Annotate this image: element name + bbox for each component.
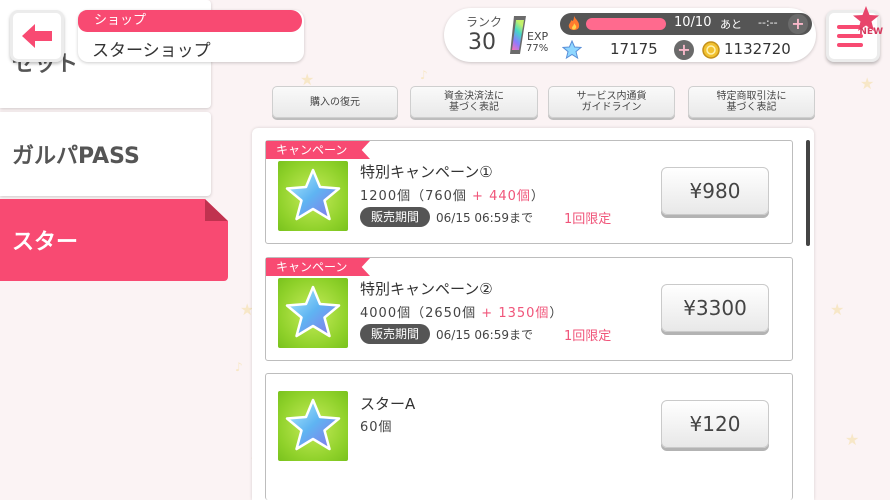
product-name: 特別キャンペーン② [360,280,493,298]
buy-button[interactable]: ¥3300 [661,284,769,332]
qty-base: 1200個（760個 [360,189,467,204]
product-item: キャンペーン 特別キャンペーン② 4000個（2650個 + 1350個） 販売… [265,257,793,361]
exp-percent: 77% [526,43,549,54]
commercial-transactions-notice-button[interactable]: 特定商取引法に 基づく表記 [688,86,815,118]
star-pack-thumbnail [278,391,348,461]
sidebar-item-garupa-pass[interactable]: ガルパPASS [0,112,211,196]
product-item: キャンペーン 特別キャンペーン① 1200個（760個 + 440個） 販売期間… [265,140,793,244]
stamina-after-label: あと [720,18,742,31]
stamina-timer: --:-- [758,16,778,29]
currency-guideline-button[interactable]: サービス内通貨 ガイドライン [548,86,675,118]
page-title: スターショップ [92,41,211,61]
purchase-limit: 1回限定 [564,329,612,344]
left-arrow-icon [22,24,52,48]
list-scrollbar[interactable] [806,140,810,246]
link-label-line2: 基づく表記 [726,102,777,113]
qty-bonus: + 1350個 [476,306,550,321]
qty-bonus: + 440個 [466,189,531,204]
player-status: ランク 30 EXP 77% 10/10 あと --:-- + 17175 + [444,8,816,62]
product-name: スターA [360,395,416,413]
coin-icon [702,41,720,59]
product-quantity: 1200個（760個 + 440個） [360,185,545,204]
star-pack-thumbnail [278,161,348,231]
product-name: 特別キャンペーン① [360,163,493,181]
sidebar-item-label: スター [12,230,79,255]
section-tag: ショップ [78,10,302,32]
page-title-box: ショップ スターショップ [78,10,304,62]
stamina-value: 10/10 [674,15,712,30]
new-badge: NEW [859,27,883,37]
rank-value: 30 [468,30,496,55]
star-gem-icon [285,285,341,338]
sidebar-item-label: ガルパPASS [12,144,140,169]
sidebar-item-star[interactable]: スター [0,199,228,281]
coin-amount: 1132720 [724,40,791,58]
buy-button[interactable]: ¥120 [661,400,769,448]
star-gem-icon [285,168,341,221]
qty-suffix: ） [549,306,564,321]
link-label-line2: ガイドライン [581,102,642,113]
link-label-line1: 特定商取引法に [716,91,787,102]
product-quantity: 4000個（2650個 + 1350個） [360,302,563,321]
sale-period-date: 06/15 06:59まで [436,328,533,342]
link-label-line1: サービス内通貨 [576,91,647,102]
star-currency-icon [562,40,582,60]
star-gem-icon [285,398,341,451]
buy-button[interactable]: ¥980 [661,167,769,215]
link-label-line1: 資金決済法に [444,91,504,102]
sale-period-badge: 販売期間 [360,207,430,227]
sale-period-badge: 販売期間 [360,324,430,344]
product-item: スターA 60個 ¥120 [265,373,793,500]
back-button[interactable] [10,10,64,62]
campaign-tag: キャンペーン [266,141,370,159]
campaign-tag: キャンペーン [266,258,370,276]
star-pack-thumbnail [278,278,348,348]
purchase-limit: 1回限定 [564,212,612,227]
menu-button[interactable]: NEW [826,6,883,62]
stamina-bar [586,18,666,30]
qty-base: 60個 [360,420,393,435]
star-amount: 17175 [610,40,658,58]
rank-label: ランク [466,15,503,29]
qty-suffix: ） [530,189,545,204]
link-label-line2: 基づく表記 [449,102,499,113]
restore-purchases-button[interactable]: 購入の復元 [272,86,398,118]
exp-label: EXP [527,30,549,43]
payment-act-notice-button[interactable]: 資金決済法に 基づく表記 [410,86,538,118]
star-plus-button[interactable]: + [674,40,694,60]
flame-icon [568,16,580,30]
stamina-row: 10/10 あと --:-- + [560,13,812,35]
sale-period-date: 06/15 06:59まで [436,211,533,225]
link-label: 購入の復元 [310,96,360,108]
qty-base: 4000個（2650個 [360,306,477,321]
stamina-plus-button[interactable]: + [788,14,808,34]
category-sidebar: セット ガルパPASS スター [0,0,230,500]
product-quantity: 60個 [360,416,393,435]
